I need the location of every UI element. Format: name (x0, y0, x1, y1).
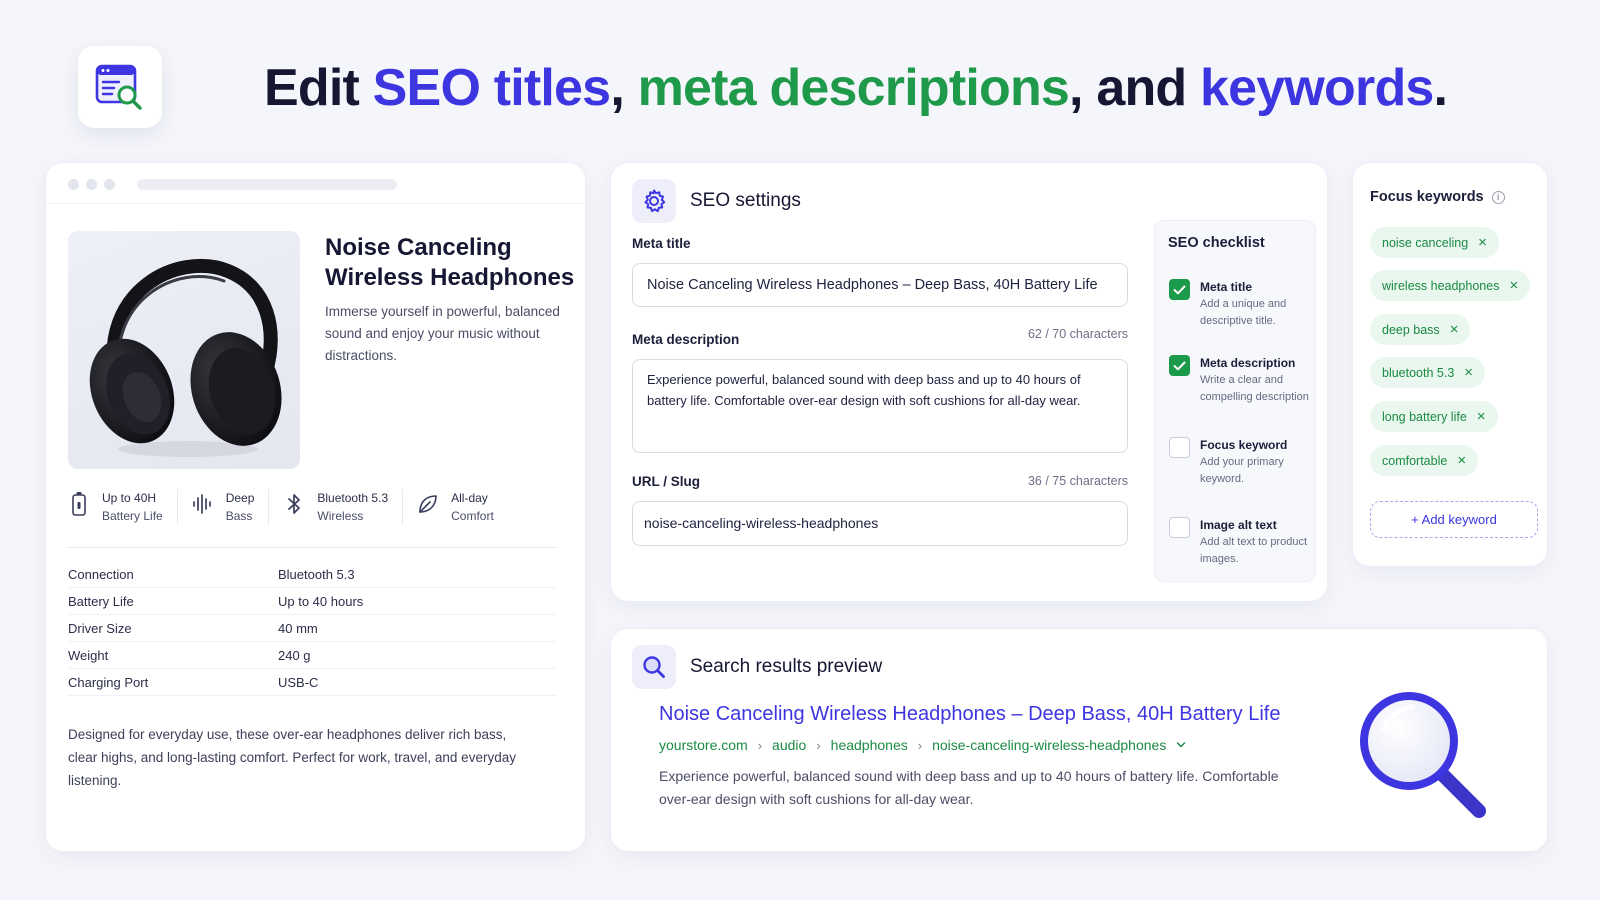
product-description: Immerse yourself in powerful, balanced s… (325, 304, 560, 363)
table-row: Charging Port USB-C (68, 669, 556, 696)
serp-title-link[interactable]: Noise Canceling Wireless Headphones – De… (659, 703, 1280, 726)
soundwave-icon (192, 489, 214, 519)
spec-table: Connection Bluetooth 5.3 Battery Life Up t… (68, 561, 556, 696)
product-page-card: Noise Canceling Wireless Headphones Imme… (45, 162, 586, 852)
feature-bluetooth: Bluetooth 5.3 Wireless (283, 489, 404, 525)
chevron-down-icon[interactable] (1176, 741, 1186, 749)
product-title: Noise Canceling Wireless Headphones (325, 234, 575, 291)
remove-icon[interactable]: × (1478, 234, 1487, 251)
feature-list: Up to 40H Battery Life Deep Bass Bluetooth… (68, 489, 556, 525)
meta-title-label: Meta title (632, 236, 691, 251)
search-preview-title: Search results preview (690, 656, 883, 677)
meta-description-label: Meta description (632, 332, 740, 347)
product-long-description: Designed for everyday use, these over-ea… (68, 727, 516, 788)
checkbox-unchecked[interactable] (1169, 517, 1190, 538)
seo-settings-card: SEO settings Meta title Noise Canceling … (610, 162, 1328, 602)
remove-icon[interactable]: × (1450, 321, 1459, 338)
serp-description: Experience powerful, balanced sound with… (659, 768, 1279, 807)
checkbox-checked[interactable] (1169, 279, 1190, 300)
checkbox-checked[interactable] (1169, 355, 1190, 376)
slug-label: URL / Slug (632, 474, 701, 489)
meta-title-input[interactable]: Noise Canceling Wireless Headphones – De… (632, 263, 1128, 307)
headline-keywords: keywords (1200, 59, 1434, 117)
table-row: Weight 240 g (68, 642, 556, 669)
window-dots (68, 179, 115, 190)
seo-page-icon (95, 64, 142, 110)
battery-icon (68, 489, 90, 519)
leaf-icon (417, 489, 439, 519)
headline-seo-titles: SEO titles (372, 59, 611, 117)
feature-battery: Up to 40H Battery Life (68, 489, 178, 525)
search-preview-card: Search results preview Noise Canceling W… (610, 628, 1548, 852)
seo-checklist-title: SEO checklist (1168, 235, 1265, 251)
keyword-chip: deep bass × (1370, 314, 1471, 345)
checkbox-unchecked[interactable] (1169, 437, 1190, 458)
table-row: Driver Size 40 mm (68, 615, 556, 642)
browser-url-bar (137, 179, 397, 190)
keyword-chip: bluetooth 5.3 × (1370, 357, 1486, 388)
meta-description-input[interactable]: Experience powerful, balanced sound with… (632, 359, 1128, 453)
add-keyword-button[interactable]: + Add keyword (1370, 501, 1538, 538)
info-icon[interactable]: i (1491, 190, 1505, 204)
product-image (68, 231, 300, 469)
keyword-chip: wireless headphones × (1370, 270, 1531, 301)
checklist-item-focus-keyword: Focus keyword Add your primary keyword. (1169, 437, 1317, 488)
seo-checklist: SEO checklist Meta title Add a unique and… (1154, 220, 1316, 582)
remove-icon[interactable]: × (1477, 408, 1486, 425)
focus-keywords-card: Focus keywords i noise canceling × wireles… (1352, 162, 1548, 567)
seo-settings-title: SEO settings (690, 190, 801, 211)
table-row: Battery Life Up to 40 hours (68, 588, 556, 615)
focus-keywords-title: Focus keywords (1370, 189, 1484, 205)
page-headline: Edit SEO titles, meta descriptions, and … (264, 59, 1448, 117)
remove-icon[interactable]: × (1509, 277, 1518, 294)
keyword-chip: noise canceling × (1370, 227, 1499, 258)
app-logo (78, 46, 162, 128)
checklist-item-meta-description: Meta description Write a clear and compel… (1169, 355, 1317, 406)
search-icon (632, 645, 676, 689)
keyword-chip: comfortable × (1370, 445, 1479, 476)
slug-input[interactable]: noise-canceling-wireless-headphones (632, 501, 1128, 546)
headphones-image (89, 259, 282, 457)
remove-icon[interactable]: × (1464, 364, 1473, 381)
table-row: Connection Bluetooth 5.3 (68, 561, 556, 588)
bluetooth-icon (283, 489, 305, 519)
checklist-item-meta-title: Meta title Add a unique and descriptive t… (1169, 279, 1317, 330)
serp-breadcrumb: yourstore.com › audio › headphones › noise-… (659, 737, 1186, 753)
magnifier-illustration-icon (1360, 692, 1486, 818)
feature-comfort: All-day Comfort (417, 489, 494, 525)
meta-description-count: 62 / 70 characters (1027, 327, 1128, 341)
headline-meta-descriptions: meta descriptions (637, 59, 1070, 117)
keyword-chip: long battery life × (1370, 401, 1498, 432)
remove-icon[interactable]: × (1457, 452, 1466, 469)
gear-icon (632, 179, 676, 223)
feature-bass: Deep Bass (192, 489, 270, 525)
slug-count: 36 / 75 characters (1027, 474, 1128, 488)
checklist-item-image-alt: Image alt text Add alt text to product im… (1169, 517, 1317, 568)
